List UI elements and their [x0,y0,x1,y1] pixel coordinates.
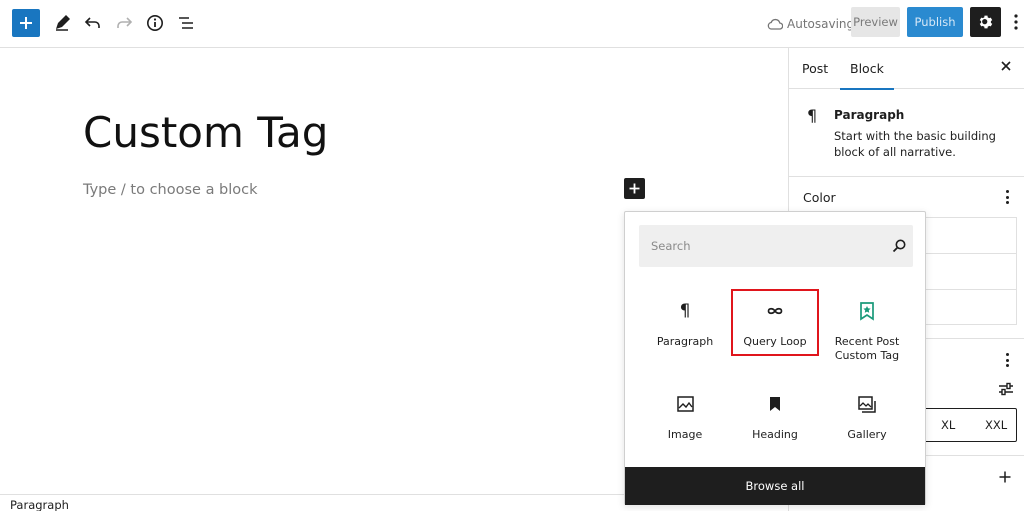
quick-inserter-popover: ¶ Paragraph Query Loop Recent PostCustom… [624,211,926,505]
block-item-paragraph[interactable]: ¶ Paragraph [640,293,730,373]
size-option-xxl[interactable]: XXL [985,418,1007,432]
preview-button[interactable]: Preview [851,7,900,37]
close-icon [1001,61,1011,71]
plus-icon [20,17,32,29]
tools-button[interactable] [49,10,75,36]
autosave-status: Autosaving [767,15,854,33]
block-card: ¶ Paragraph Start with the basic buildin… [789,89,1024,177]
publish-button[interactable]: Publish [907,7,963,37]
options-menu-button[interactable] [1011,12,1021,32]
tab-block[interactable]: Block [840,61,894,90]
close-sidebar-button[interactable] [1000,60,1014,74]
block-item-heading[interactable]: Heading [730,386,820,466]
list-view-button[interactable] [173,10,199,36]
color-options-icon[interactable] [1005,190,1009,204]
post-title[interactable]: Custom Tag [83,108,328,157]
redo-icon [117,17,133,28]
autosave-label: Autosaving [787,17,855,31]
paragraph-icon: ¶ [679,301,691,321]
undo-icon [84,17,100,28]
block-item-image[interactable]: Image [640,386,730,466]
block-inserter-button[interactable] [12,9,40,37]
vertical-ellipsis-icon [1014,14,1018,30]
highlight-box [731,289,819,356]
gear-icon [979,15,992,29]
block-card-title: Paragraph [834,108,905,122]
block-item-label: Recent Post Custom Tag [834,335,900,362]
size-option-xl[interactable]: XL [941,418,955,432]
bookmark-star-icon [857,301,877,321]
search-input[interactable] [651,236,861,256]
heading-bookmark-icon [765,394,785,414]
gallery-icon [857,394,877,414]
block-item-label: Heading [752,428,798,441]
browse-all-button[interactable]: Browse all [625,467,925,505]
inline-inserter-button[interactable] [624,178,645,199]
cloud-icon [767,18,783,30]
typography-options-icon[interactable] [1005,353,1009,367]
block-item-gallery[interactable]: Gallery [822,386,912,466]
redo-button[interactable] [111,10,137,36]
plus-icon [629,183,640,194]
sidebar-tabs: Post Block [789,48,1024,90]
editor-toolbar: Autosaving Preview Publish [0,0,1024,48]
block-card-description: Start with the basic building block of a… [834,129,996,159]
block-item-recent-post-custom-tag[interactable]: Recent Post Custom Tag [822,293,912,373]
paragraph-icon: ¶ [807,106,818,125]
block-placeholder[interactable]: Type / to choose a block [83,182,258,198]
add-panel-icon[interactable] [999,469,1011,487]
info-icon [147,15,163,31]
search-icon [892,239,906,253]
image-icon [675,394,695,414]
pencil-icon [56,15,70,31]
breadcrumb-item[interactable]: Paragraph [10,498,69,511]
undo-button[interactable] [80,10,106,36]
list-view-icon [179,17,193,29]
block-item-label: Paragraph [656,335,714,348]
block-item-label: Gallery [847,428,887,441]
details-button[interactable] [142,10,168,36]
color-panel-title: Color [803,190,836,205]
typography-settings-icon[interactable] [998,382,1014,396]
block-search[interactable] [639,225,913,267]
tab-post[interactable]: Post [802,61,828,76]
settings-button[interactable] [970,7,1001,37]
block-item-label: Image [667,428,703,441]
